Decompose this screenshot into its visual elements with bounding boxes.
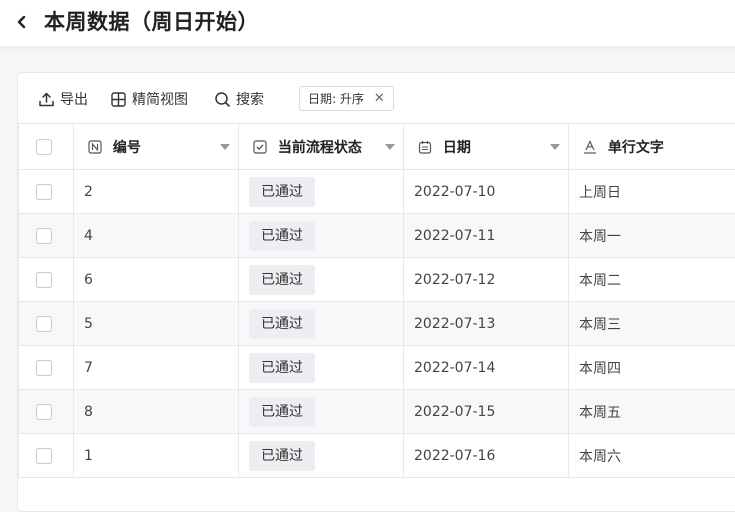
cell-number[interactable]: 6 [74, 258, 239, 302]
simplified-view-label: 精简视图 [132, 89, 188, 109]
cell-date[interactable]: 2022-07-12 [404, 258, 569, 302]
page-header: 本周数据（周日开始） [0, 0, 735, 46]
checkbox-field-icon [253, 140, 267, 154]
cell-status[interactable]: 已通过 [239, 434, 404, 478]
cell-status[interactable]: 已通过 [239, 346, 404, 390]
row-select-cell [19, 434, 74, 478]
calendar-field-icon [418, 140, 432, 154]
cell-text[interactable]: 本周一 [569, 214, 735, 258]
row-select-cell [19, 302, 74, 346]
table-row[interactable]: 5 已通过 2022-07-13 本周三 [19, 302, 735, 346]
cell-number[interactable]: 8 [74, 390, 239, 434]
column-label: 当前流程状态 [278, 140, 362, 156]
sort-filter-label: 日期: 升序 [308, 90, 364, 107]
table-header-row: 编号 当前流程状态 日期 单行文字 [19, 124, 735, 170]
chevron-down-icon[interactable] [550, 144, 560, 150]
cell-text[interactable]: 本周三 [569, 302, 735, 346]
status-tag: 已通过 [249, 397, 315, 427]
column-header-number[interactable]: 编号 [74, 124, 239, 170]
status-tag: 已通过 [249, 221, 315, 251]
select-all-checkbox[interactable] [36, 139, 52, 155]
search-label: 搜索 [236, 89, 264, 109]
row-checkbox[interactable] [36, 360, 52, 376]
table-row[interactable]: 7 已通过 2022-07-14 本周四 [19, 346, 735, 390]
cell-date[interactable]: 2022-07-11 [404, 214, 569, 258]
back-chevron-icon[interactable] [12, 12, 32, 32]
cell-text[interactable]: 上周日 [569, 170, 735, 214]
row-checkbox[interactable] [36, 272, 52, 288]
export-button[interactable]: 导出 [38, 87, 88, 111]
column-label: 单行文字 [608, 140, 664, 156]
row-checkbox[interactable] [36, 228, 52, 244]
status-tag: 已通过 [249, 353, 315, 383]
column-header-status[interactable]: 当前流程状态 [239, 124, 404, 170]
grid-icon [110, 91, 127, 108]
cell-status[interactable]: 已通过 [239, 258, 404, 302]
cell-text[interactable]: 本周五 [569, 390, 735, 434]
column-label: 日期 [443, 140, 471, 156]
row-checkbox[interactable] [36, 316, 52, 332]
cell-number[interactable]: 4 [74, 214, 239, 258]
row-select-cell [19, 214, 74, 258]
cell-text[interactable]: 本周四 [569, 346, 735, 390]
cell-status[interactable]: 已通过 [239, 390, 404, 434]
column-header-date[interactable]: 日期 [404, 124, 569, 170]
row-checkbox[interactable] [36, 184, 52, 200]
cell-date[interactable]: 2022-07-15 [404, 390, 569, 434]
chevron-down-icon[interactable] [220, 144, 230, 150]
cell-number[interactable]: 2 [74, 170, 239, 214]
table-row[interactable]: 2 已通过 2022-07-10 上周日 [19, 170, 735, 214]
row-select-cell [19, 346, 74, 390]
row-select-cell [19, 390, 74, 434]
status-tag: 已通过 [249, 177, 315, 207]
column-header-text[interactable]: 单行文字 [569, 124, 735, 170]
cell-number[interactable]: 7 [74, 346, 239, 390]
export-label: 导出 [60, 89, 88, 109]
cell-text[interactable]: 本周二 [569, 258, 735, 302]
search-icon [214, 91, 231, 108]
cell-status[interactable]: 已通过 [239, 170, 404, 214]
number-field-icon [88, 140, 102, 154]
table-row[interactable]: 8 已通过 2022-07-15 本周五 [19, 390, 735, 434]
column-label: 编号 [113, 140, 141, 156]
table-row[interactable]: 6 已通过 2022-07-12 本周二 [19, 258, 735, 302]
cell-date[interactable]: 2022-07-16 [404, 434, 569, 478]
sort-filter-chip[interactable]: 日期: 升序 ✕ [299, 86, 394, 111]
cell-text[interactable]: 本周六 [569, 434, 735, 478]
chevron-down-icon[interactable] [385, 144, 395, 150]
cell-status[interactable]: 已通过 [239, 214, 404, 258]
status-tag: 已通过 [249, 265, 315, 295]
status-tag: 已通过 [249, 309, 315, 339]
data-table-panel: 导出 精简视图 搜索 日期: 升序 ✕ 编号 [17, 72, 735, 512]
table-row[interactable]: 4 已通过 2022-07-11 本周一 [19, 214, 735, 258]
text-field-icon [583, 140, 597, 154]
cell-status[interactable]: 已通过 [239, 302, 404, 346]
cell-number[interactable]: 5 [74, 302, 239, 346]
cell-number[interactable]: 1 [74, 434, 239, 478]
table-row[interactable]: 1 已通过 2022-07-16 本周六 [19, 434, 735, 478]
row-checkbox[interactable] [36, 448, 52, 464]
status-tag: 已通过 [249, 441, 315, 471]
cell-date[interactable]: 2022-07-13 [404, 302, 569, 346]
select-all-cell [19, 124, 74, 170]
records-table: 编号 当前流程状态 日期 单行文字 [18, 123, 735, 478]
simplified-view-button[interactable]: 精简视图 [110, 87, 188, 111]
cell-date[interactable]: 2022-07-14 [404, 346, 569, 390]
upload-icon [38, 91, 55, 108]
page-title: 本周数据（周日开始） [44, 6, 259, 38]
row-select-cell [19, 170, 74, 214]
row-select-cell [19, 258, 74, 302]
search-button[interactable]: 搜索 [214, 87, 264, 111]
cell-date[interactable]: 2022-07-10 [404, 170, 569, 214]
close-icon[interactable]: ✕ [374, 91, 385, 106]
row-checkbox[interactable] [36, 404, 52, 420]
toolbar: 导出 精简视图 搜索 日期: 升序 ✕ [18, 73, 735, 123]
